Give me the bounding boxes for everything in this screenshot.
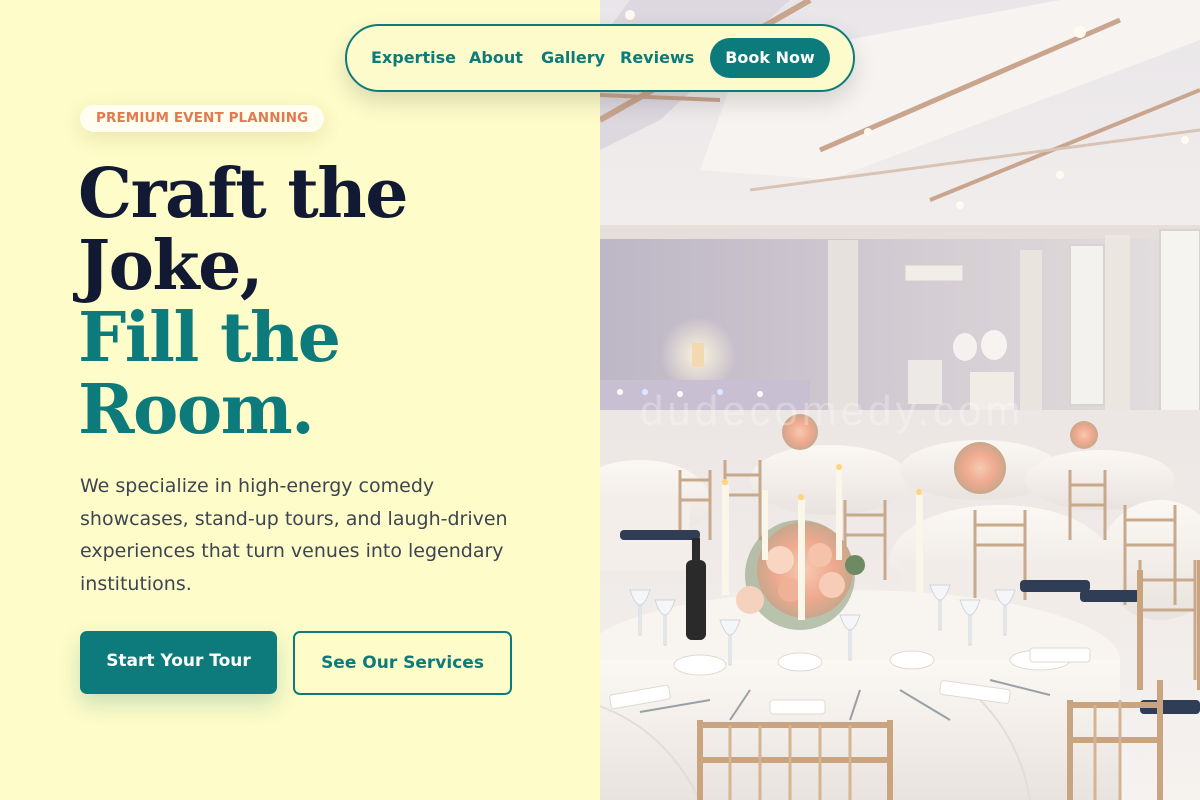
nav-link-about[interactable]: About <box>469 48 523 67</box>
book-now-button[interactable]: Book Now <box>710 38 830 78</box>
nav-link-expertise[interactable]: Expertise <box>371 48 456 67</box>
hero-section: PREMIUM EVENT PLANNING Craft the Joke, F… <box>0 0 600 800</box>
headline-line-2: Joke, <box>78 226 264 306</box>
top-navigation: Expertise About Gallery Reviews Book Now <box>345 24 855 92</box>
see-services-button[interactable]: See Our Services <box>293 631 512 695</box>
headline-line-4: Room. <box>78 370 315 450</box>
banquet-hall-photo: dudecomedy.com <box>600 0 1200 800</box>
nav-link-gallery[interactable]: Gallery <box>541 48 605 67</box>
category-badge: PREMIUM EVENT PLANNING <box>80 105 325 132</box>
hero-headline: Craft the Joke, Fill the Room. <box>78 158 578 446</box>
hero-description: We specialize in high-energy comedy show… <box>80 475 508 595</box>
nav-link-reviews[interactable]: Reviews <box>620 48 694 67</box>
headline-line-1: Craft the <box>78 154 408 234</box>
start-tour-button[interactable]: Start Your Tour <box>80 631 277 694</box>
headline-line-3: Fill the <box>78 298 341 378</box>
image-watermark: dudecomedy.com <box>640 387 1024 434</box>
